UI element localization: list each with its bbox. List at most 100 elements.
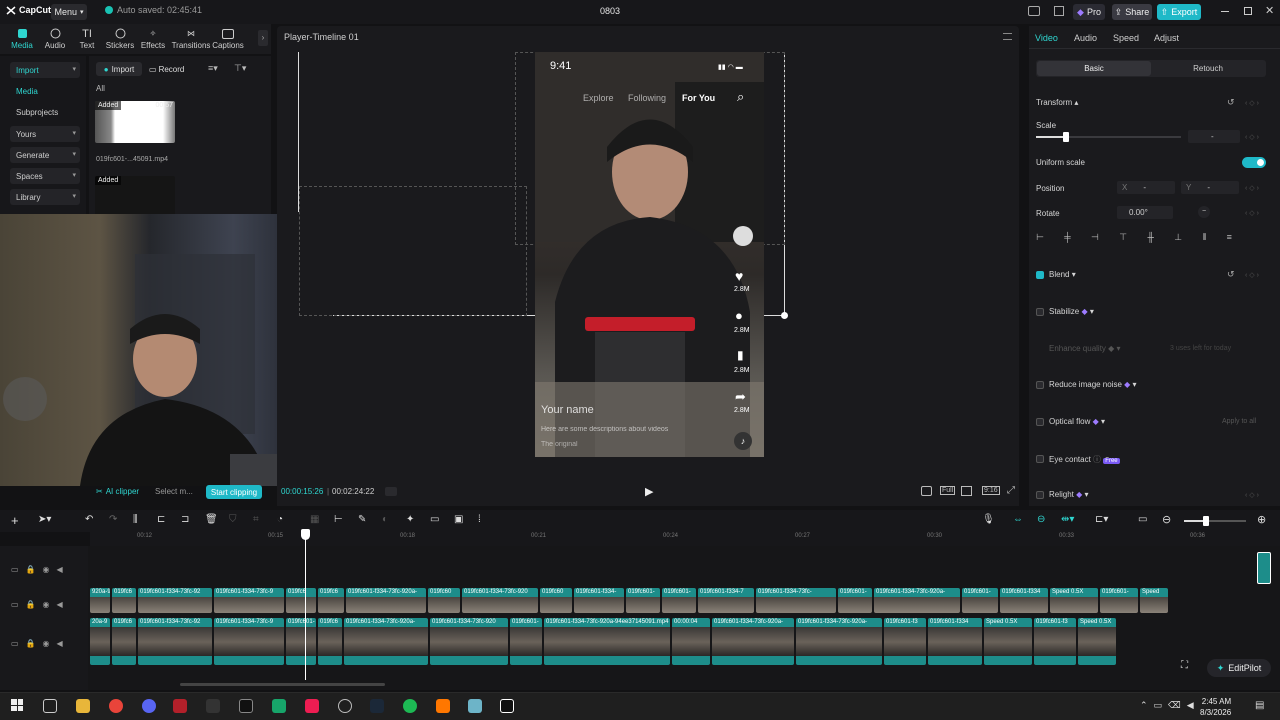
timeline-clip[interactable]: 019fc601-f334-73fc-920a-94ee37145091.mp4 (544, 618, 670, 665)
full-quality-icon[interactable]: Full (940, 486, 956, 495)
zoom-in-icon[interactable]: ⊕ (1257, 513, 1266, 526)
app-icon[interactable] (468, 699, 482, 713)
snapshot-icon[interactable] (921, 486, 932, 496)
project-name[interactable]: 0803 (600, 6, 620, 16)
timeline-clip[interactable]: 019fc601-f334-73fc-9 (214, 618, 284, 665)
timeline-clip[interactable]: 019fc601- (626, 588, 660, 613)
relight-heading[interactable]: Relight ◆ ▾ (1049, 490, 1089, 499)
timeline-clip[interactable]: 20a-9 (90, 618, 110, 665)
timeline-clip[interactable]: 019fc601-f334-73fc-920 (462, 588, 538, 613)
optical-flow-heading[interactable]: Optical flow ◆ ▾ (1049, 417, 1105, 426)
app-icon[interactable] (173, 699, 187, 713)
reduce-noise-heading[interactable]: Reduce image noise ◆ ▾ (1049, 380, 1137, 389)
soundcloud-icon[interactable] (436, 699, 450, 713)
capcut-active-icon[interactable] (500, 699, 514, 713)
align-top-icon[interactable]: ⊤ (1119, 232, 1127, 246)
timeline-clip[interactable]: 019fc601-f334-73fc-920a- (344, 618, 428, 665)
position-x-input[interactable]: X- (1117, 181, 1175, 194)
split-icon[interactable]: ⫼ (133, 514, 138, 525)
align-left-icon[interactable]: ⊢ (1036, 232, 1044, 246)
filter-all[interactable]: All (96, 84, 105, 93)
timeline-scrollbar[interactable] (180, 683, 385, 686)
filter-icon[interactable]: ⊤▾ (234, 63, 246, 74)
timeline-clip[interactable]: 019fc601-f334-73fc-9 (214, 588, 284, 613)
tab-stickers[interactable]: Stickers (102, 27, 138, 50)
cover-icon[interactable]: ▭ (11, 639, 26, 648)
timeline-clip[interactable]: 019fc601-f334-73fc-920a- (874, 588, 960, 613)
segment-retouch[interactable]: Retouch (1152, 61, 1264, 76)
align-center-icon[interactable]: ╪ (1064, 232, 1070, 246)
minimize-icon[interactable] (1221, 11, 1229, 12)
crop-tl-icon[interactable]: ⌗ (253, 514, 259, 525)
timeline-clip[interactable]: 019fc601- (286, 618, 316, 665)
scale-input[interactable]: - (1188, 130, 1240, 143)
stabilize-checkbox[interactable] (1036, 308, 1044, 316)
distribute-v-icon[interactable]: ≡ (1227, 232, 1232, 246)
tab-text[interactable]: TI Text (69, 27, 105, 51)
lock-icon[interactable]: 🔒 (26, 565, 43, 574)
nav-spaces[interactable]: Spaces ▾ (10, 168, 80, 184)
chrome-icon[interactable] (109, 699, 123, 713)
zoom-out-icon[interactable]: ⊖ (1162, 513, 1171, 526)
close-icon[interactable]: ✕ (1265, 4, 1274, 17)
export-button[interactable]: ⇧ Export (1157, 4, 1201, 20)
volume-icon[interactable]: ◀ (57, 565, 70, 574)
timeline-clip[interactable]: Speed 0.5X (1078, 618, 1116, 665)
timeline-clip[interactable]: 019fc601-f3 (884, 618, 926, 665)
timeline-clip[interactable]: 019fc601- (838, 588, 872, 613)
extract-icon[interactable]: ⊢ (334, 514, 343, 525)
align-middle-icon[interactable]: ╫ (1147, 232, 1153, 246)
ai-clipper[interactable]: ✂ AI clipper (96, 487, 139, 496)
eye-icon[interactable]: ◉ (43, 639, 57, 648)
maximize-icon[interactable] (1244, 7, 1252, 15)
system-tray[interactable]: ⌃▭⌫◀ (1140, 700, 1200, 711)
media-thumbnail[interactable]: Added (95, 176, 175, 218)
blend-heading[interactable]: Blend ▾ (1049, 270, 1076, 279)
segment-basic[interactable]: Basic (1037, 61, 1151, 76)
nav-yours[interactable]: Yours ▾ (10, 126, 80, 142)
keyframe-icon[interactable]: ‹ ◇ › (1245, 133, 1259, 141)
timecode-toggle-icon[interactable] (385, 487, 397, 496)
record-button[interactable]: ▭ Record (149, 62, 196, 76)
blend-checkbox[interactable] (1036, 271, 1044, 279)
nav-library[interactable]: Library ▾ (10, 189, 80, 205)
scale-slider-handle[interactable] (1063, 132, 1069, 142)
position-y-input[interactable]: Y- (1181, 181, 1239, 194)
timeline-clip[interactable]: Speed (1140, 588, 1168, 613)
zoom-slider-handle[interactable] (1203, 516, 1209, 526)
feedback-icon[interactable]: ⛶ (1181, 660, 1199, 676)
app-icon[interactable] (272, 699, 286, 713)
windows-start-icon[interactable] (11, 699, 23, 711)
tab-speed[interactable]: Speed (1113, 33, 1139, 43)
timeline-clip[interactable]: 019fc601-f3 (1034, 618, 1076, 665)
browser-icon[interactable] (338, 699, 352, 713)
select-tool-icon[interactable]: ➤▾ (38, 514, 51, 525)
split-left-icon[interactable]: ⊏ (157, 514, 165, 525)
delete-icon[interactable]: 🗑 (205, 514, 218, 525)
caption-tool-icon[interactable]: ▭ (1138, 514, 1147, 525)
player-menu-icon[interactable] (1003, 33, 1012, 40)
optical-flow-checkbox[interactable] (1036, 418, 1044, 426)
layout-icon[interactable] (1028, 6, 1040, 16)
rotate-dial-icon[interactable]: − (1198, 206, 1210, 218)
zoom-slider[interactable] (1184, 520, 1246, 522)
keyframe-icon[interactable]: ‹ ◇ › (1245, 99, 1259, 107)
tab-effects[interactable]: ✧ Effects (135, 27, 171, 50)
timeline-clip[interactable]: 019fc601-f334-73fc-920a- (712, 618, 794, 665)
mask-icon[interactable]: ◐ (382, 514, 388, 525)
keyframe-icon[interactable]: ‹ ◇ › (1245, 209, 1259, 217)
eye-contact-checkbox[interactable] (1036, 455, 1044, 463)
ratio-icon[interactable]: 9:16 (982, 486, 1000, 495)
timeline-clip[interactable]: Speed 0.5X (984, 618, 1032, 665)
tab-captions[interactable]: Captions (210, 27, 246, 50)
nav-media[interactable]: Media (10, 83, 80, 99)
uniform-scale-toggle[interactable] (1242, 157, 1266, 168)
crop-icon[interactable] (961, 486, 972, 496)
timeline-clip[interactable]: 019fc60 (428, 588, 460, 613)
epic-games-icon[interactable] (206, 699, 220, 713)
sort-icon[interactable]: ≡▾ (208, 63, 218, 74)
reset-icon[interactable]: ↺ (1227, 97, 1235, 108)
auto-reframe-icon[interactable]: ▣ (454, 514, 463, 525)
eye-icon[interactable]: ◉ (43, 600, 57, 609)
timeline-clip[interactable]: 00:00:04 (672, 618, 710, 665)
